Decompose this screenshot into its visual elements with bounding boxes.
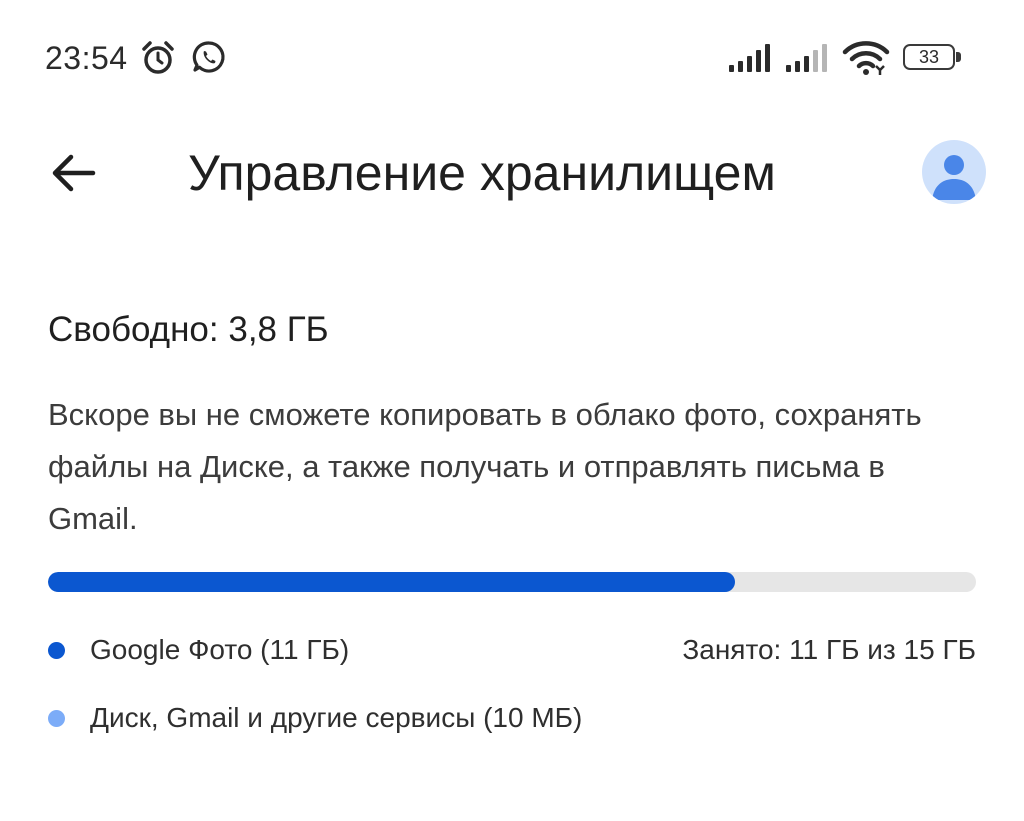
free-space-heading: Свободно: 3,8 ГБ (48, 310, 329, 349)
alarm-icon (142, 41, 174, 74)
account-icon (932, 155, 976, 200)
storage-progress-bar (48, 572, 976, 592)
legend-dot-photos (48, 641, 65, 659)
storage-warning-text: Вскоре вы не сможете копировать в облако… (48, 397, 922, 536)
battery-level: 33 (903, 44, 955, 70)
whatsapp-icon (192, 41, 225, 73)
legend-dot-drive-gmail (48, 709, 65, 727)
legend-item-photos: Google Фото (11 ГБ) (48, 630, 349, 670)
signal-icon (786, 44, 827, 72)
wifi-icon (842, 41, 890, 75)
account-avatar[interactable] (922, 140, 986, 204)
signal-icon (729, 44, 770, 72)
page-title: Управление хранилищем (188, 145, 776, 201)
legend-item-drive-gmail: Диск, Gmail и другие сервисы (10 МБ) (48, 698, 582, 738)
used-storage-summary: Занято: 11 ГБ из 15 ГБ (682, 634, 976, 665)
arrow-left-icon (52, 154, 96, 192)
back-button[interactable] (40, 140, 108, 208)
battery-tip (956, 52, 961, 62)
status-time: 23:54 (45, 40, 128, 76)
storage-management-screen: 23:54 33 Управление хранилищем Свободно:… (0, 0, 1024, 821)
legend-label-photos: Google Фото (11 ГБ) (90, 634, 350, 665)
status-bar: 23:54 33 (0, 0, 1024, 116)
battery-icon: 33 (903, 44, 961, 72)
legend-label-drive-gmail: Диск, Gmail и другие сервисы (10 МБ) (90, 702, 583, 733)
storage-progress-fill (48, 572, 735, 592)
